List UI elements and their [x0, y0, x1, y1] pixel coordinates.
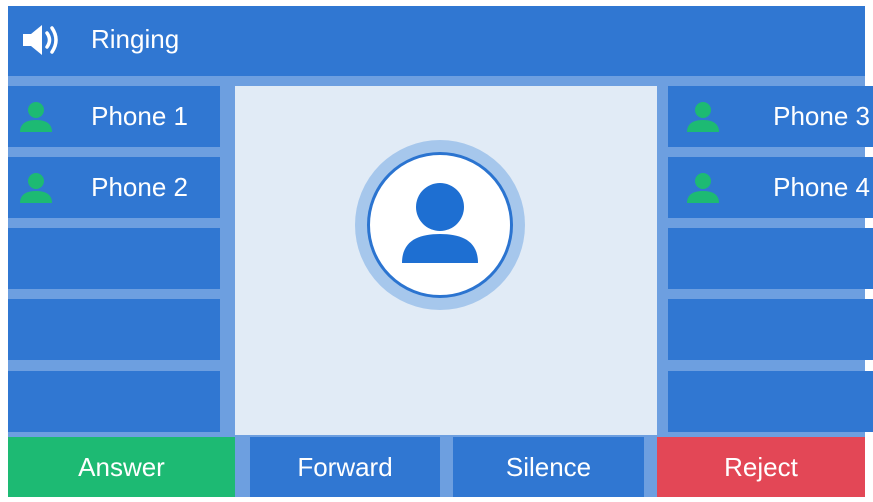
silence-button[interactable]: Silence [453, 437, 644, 497]
line-key-empty-3[interactable] [8, 228, 220, 289]
user-icon [686, 173, 720, 203]
line-key-phone-2[interactable]: Phone 2 [8, 157, 220, 218]
line-key-phone-3[interactable]: Phone 3 [668, 86, 873, 147]
phone-screen: Ringing Phone 1 Phone 2 Phone 3 Phone 4 … [8, 6, 873, 497]
status-header: Ringing [8, 6, 865, 76]
user-icon [686, 102, 720, 132]
reject-button[interactable]: Reject [657, 437, 865, 497]
line-key-empty-9[interactable] [668, 299, 873, 360]
line-key-empty-4[interactable] [8, 299, 220, 360]
forward-button[interactable]: Forward [250, 437, 440, 497]
user-icon [19, 102, 53, 132]
line-key-label: Phone 1 [91, 101, 188, 131]
line-key-label: Phone 2 [91, 172, 188, 202]
avatar-frame [367, 152, 513, 298]
user-icon [19, 173, 53, 203]
speaker-icon [21, 23, 61, 57]
line-key-empty-5[interactable] [8, 371, 220, 432]
caller-panel [235, 86, 657, 435]
line-key-label: Phone 4 [773, 172, 870, 202]
caller-avatar [355, 140, 525, 310]
line-key-empty-10[interactable] [668, 371, 873, 432]
line-key-empty-8[interactable] [668, 228, 873, 289]
line-key-phone-1[interactable]: Phone 1 [8, 86, 220, 147]
answer-button[interactable]: Answer [8, 437, 235, 497]
call-status-title: Ringing [91, 24, 180, 54]
line-key-phone-4[interactable]: Phone 4 [668, 157, 873, 218]
line-key-label: Phone 3 [773, 101, 870, 131]
